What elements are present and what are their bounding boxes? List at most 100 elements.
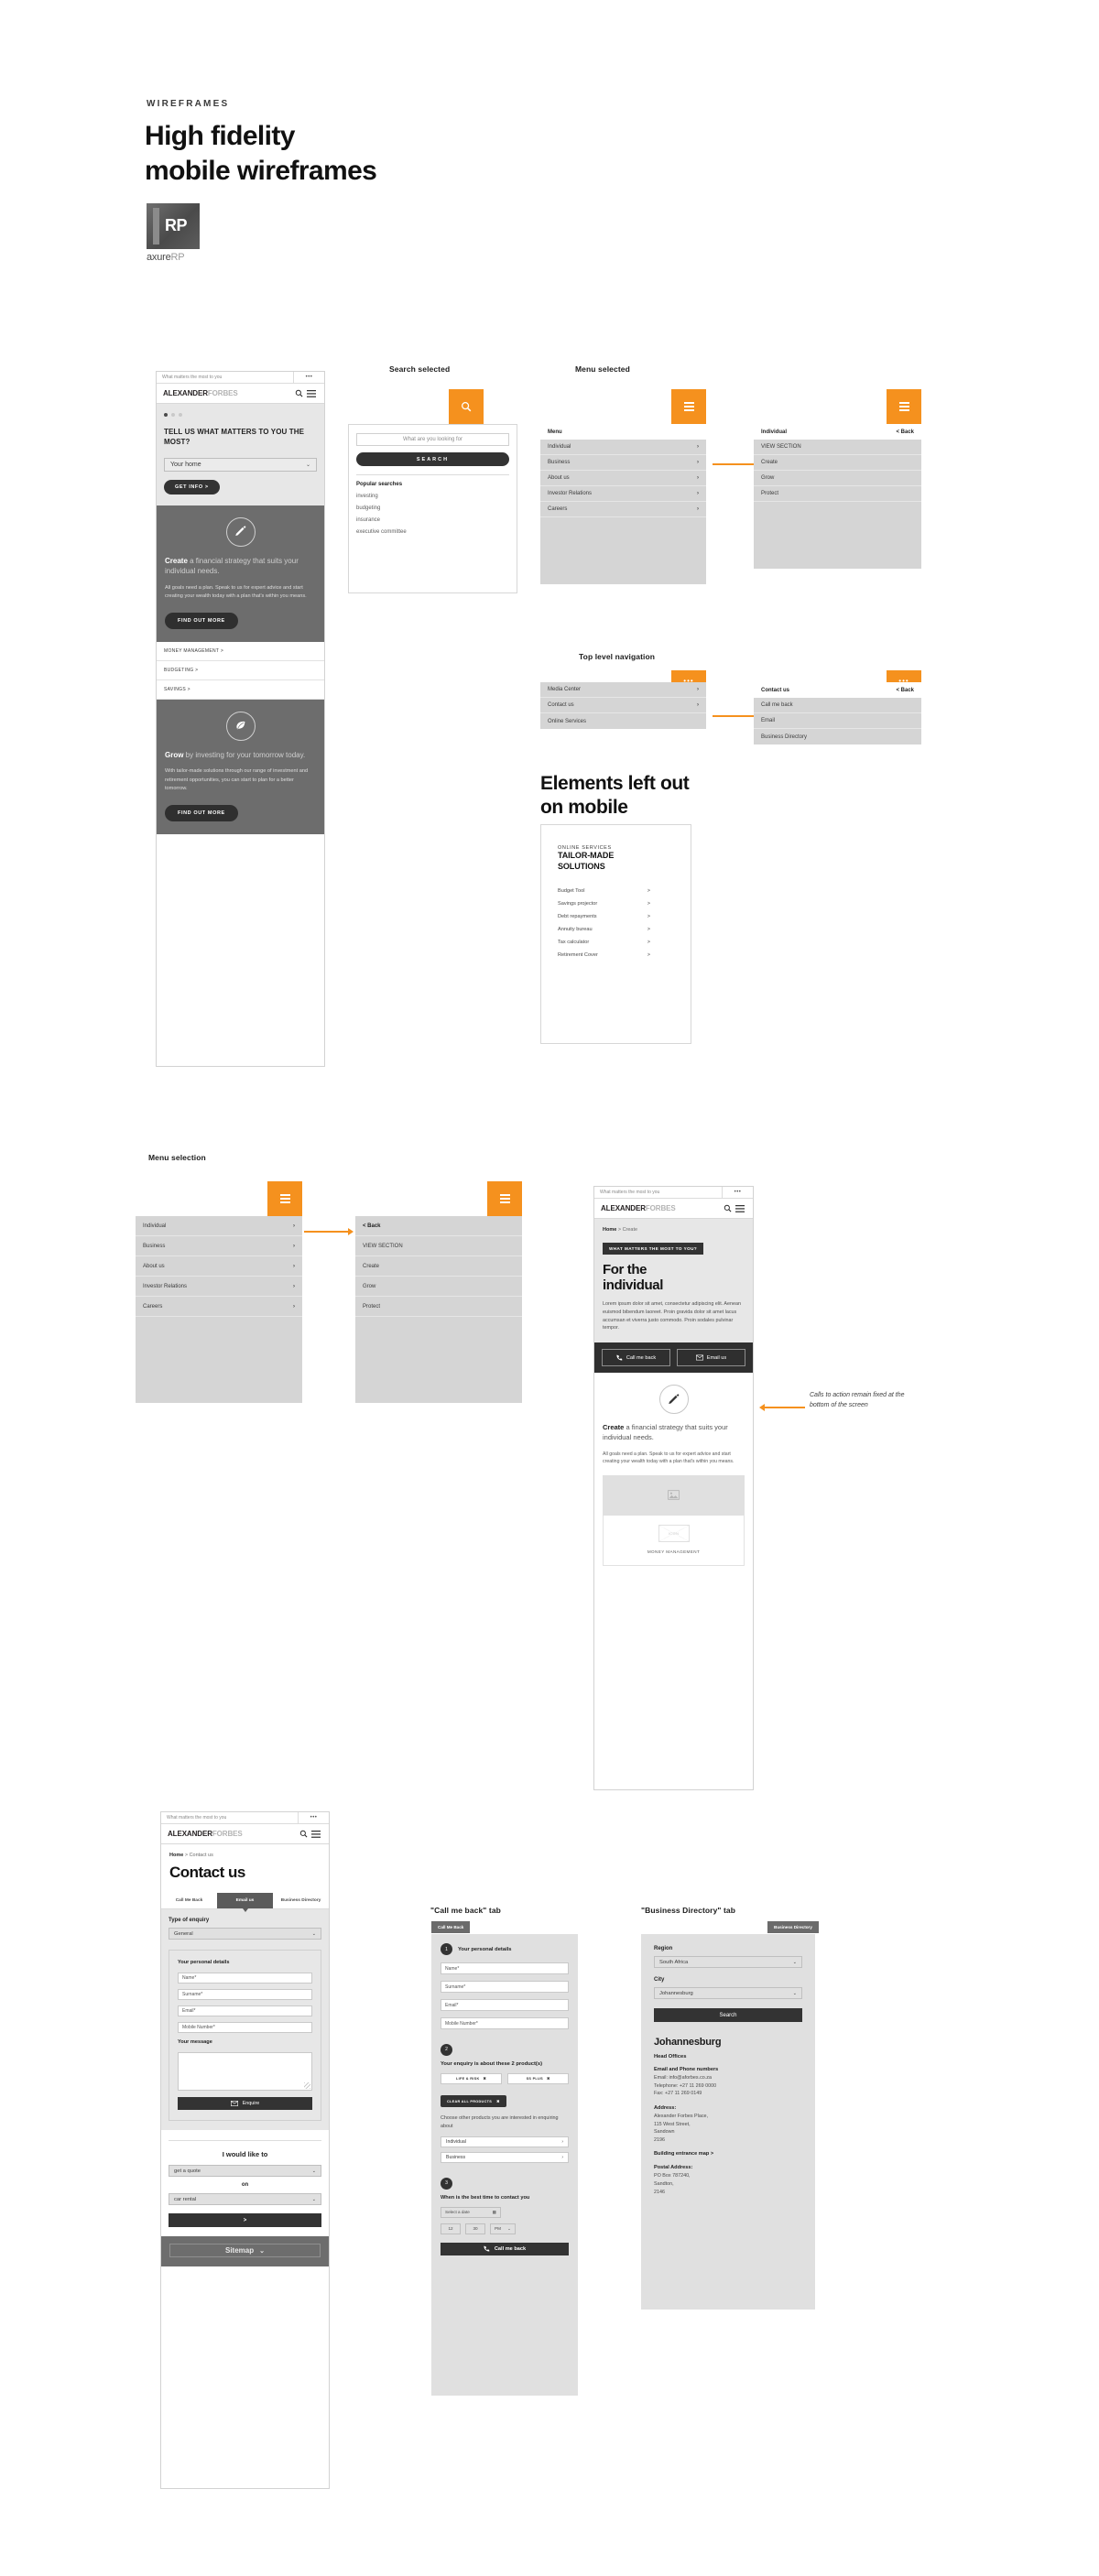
call-me-back-submit-button[interactable]: Call me back	[441, 2242, 569, 2255]
tms-item-retirement-cover[interactable]: Retirement Cover >	[558, 952, 674, 958]
iwl-action-select[interactable]: get a quote ⌄	[169, 2165, 321, 2177]
date-picker[interactable]: Select a date ▦	[441, 2206, 501, 2218]
popular-search-executive-committee[interactable]: executive committee	[356, 529, 509, 535]
menu-tab-button[interactable]	[671, 389, 706, 424]
hamburger-menu-icon[interactable]	[310, 1830, 322, 1838]
submenu-item-protect[interactable]: Protect	[754, 486, 921, 502]
search-tab-button[interactable]	[449, 389, 484, 424]
menu-item-careers[interactable]: Careers ›	[540, 502, 706, 517]
menuselect-item-careers[interactable]: Careers ›	[136, 1297, 302, 1317]
money-management-card[interactable]: ICON MONEY MANAGEMENT	[603, 1515, 745, 1566]
product-chip-life-risk[interactable]: LIFE & RISK ✖	[441, 2072, 502, 2084]
browser-menu-icon[interactable]: •••	[722, 1187, 753, 1198]
tab-email-us[interactable]: Email us	[217, 1893, 273, 1912]
iwl-submit-button[interactable]: >	[169, 2213, 321, 2227]
call-me-back-tab-chip[interactable]: Call Me Back	[431, 1921, 471, 1933]
menu-tab-button-3[interactable]	[487, 1181, 522, 1216]
browser-menu-icon[interactable]: •••	[298, 1812, 329, 1823]
city-select[interactable]: Johannesburg ⌄	[654, 1987, 802, 1999]
menuselect-item-business[interactable]: Business ›	[136, 1236, 302, 1256]
hamburger-menu-icon[interactable]	[305, 389, 318, 397]
breadcrumb-home[interactable]: Home	[169, 1853, 183, 1858]
breadcrumb-home[interactable]: Home	[603, 1227, 616, 1233]
popular-search-budgeting[interactable]: budgeting	[356, 505, 509, 511]
tab-business-directory[interactable]: Business Directory	[273, 1893, 329, 1908]
menu-item-about-us[interactable]: About us ›	[540, 471, 706, 486]
menuselect-item-create[interactable]: Create	[355, 1256, 522, 1277]
cmb-surname-field[interactable]: Surname*	[441, 1981, 569, 1993]
contact-item-email[interactable]: Email	[754, 713, 921, 729]
hamburger-menu-icon[interactable]	[734, 1204, 746, 1212]
iwl-topic-select[interactable]: car rental ⌄	[169, 2193, 321, 2205]
tms-item-debt-repayments[interactable]: Debt repayments >	[558, 914, 674, 919]
directory-search-button[interactable]: Search	[654, 2008, 802, 2022]
name-field[interactable]: Name*	[178, 1973, 312, 1984]
menu-item-business[interactable]: Business ›	[540, 455, 706, 471]
carousel-dots[interactable]	[164, 413, 317, 417]
sitemap-accordion[interactable]: Sitemap ⌄	[169, 2244, 321, 2257]
toplevel-item-media-center[interactable]: Media Center ›	[540, 682, 706, 698]
menuselect-item-grow[interactable]: Grow	[355, 1277, 522, 1297]
menu-tab-button-2[interactable]	[267, 1181, 302, 1216]
submenu-item-view-section[interactable]: VIEW SECTION	[754, 440, 921, 455]
menuselect-item-protect[interactable]: Protect	[355, 1297, 522, 1317]
browser-menu-icon[interactable]: •••	[293, 372, 324, 383]
surname-field[interactable]: Surname*	[178, 1989, 312, 2000]
hour-select[interactable]: 12	[441, 2223, 461, 2234]
hero-select[interactable]: Your home ⌄	[164, 457, 317, 472]
cmb-mobile-field[interactable]: Mobile Number*	[441, 2017, 569, 2029]
popular-search-insurance[interactable]: insurance	[356, 517, 509, 523]
menu-item-individual[interactable]: Individual ›	[540, 440, 706, 455]
toplevel-item-contact-us[interactable]: Contact us ›	[540, 698, 706, 713]
tms-item-savings-projector[interactable]: Savings projector >	[558, 901, 674, 907]
tms-item-tax-calculator[interactable]: Tax calculator >	[558, 940, 674, 945]
back-button[interactable]: < Back	[896, 429, 914, 435]
enquire-button[interactable]: Enquire	[178, 2097, 312, 2110]
clear-all-products-button[interactable]: CLEAR ALL PRODUCTS ✖	[441, 2095, 506, 2107]
link-savings[interactable]: SAVINGS >	[157, 679, 324, 700]
link-budgeting[interactable]: BUDGETING >	[157, 660, 324, 680]
tms-item-annuity-bureau[interactable]: Annuity bureau >	[558, 927, 674, 932]
business-directory-tab-chip[interactable]: Business Directory	[767, 1921, 819, 1933]
search-icon[interactable]	[721, 1204, 734, 1212]
search-icon[interactable]	[297, 1830, 310, 1838]
building-entrance-map-link[interactable]: Building entrance map >	[654, 2151, 802, 2157]
tms-item-budget-tool[interactable]: Budget Tool >	[558, 888, 674, 894]
menu-item-investor-relations[interactable]: Investor Relations ›	[540, 486, 706, 502]
email-field[interactable]: Email*	[178, 2005, 312, 2016]
cmb-email-field[interactable]: Email*	[441, 1999, 569, 2011]
email-us-button[interactable]: Email us	[677, 1349, 745, 1367]
menuselect-item-view-section[interactable]: VIEW SECTION	[355, 1236, 522, 1256]
search-icon[interactable]	[292, 389, 305, 397]
close-icon[interactable]: ✖	[547, 2076, 550, 2081]
other-option-business[interactable]: Business ›	[441, 2152, 569, 2164]
close-icon[interactable]: ✖	[483, 2076, 485, 2081]
tab-call-me-back[interactable]: Call Me Back	[161, 1893, 217, 1908]
enquiry-type-select[interactable]: General ⌄	[169, 1928, 321, 1940]
popular-search-investing[interactable]: investing	[356, 494, 509, 499]
link-money-management[interactable]: MONEY MANAGEMENT >	[157, 641, 324, 661]
product-chip-ss-plus[interactable]: SS PLUS ✖	[507, 2072, 569, 2084]
submenu-item-grow[interactable]: Grow	[754, 471, 921, 486]
cmb-name-field[interactable]: Name*	[441, 1962, 569, 1974]
menuselect-back-button[interactable]: < Back	[355, 1216, 522, 1236]
search-submit-button[interactable]: SEARCH	[356, 452, 509, 466]
get-info-button[interactable]: GET INFO >	[164, 479, 220, 495]
call-me-back-button[interactable]: Call me back	[602, 1349, 670, 1367]
contact-item-business-directory[interactable]: Business Directory	[754, 729, 921, 745]
create-find-out-more-button[interactable]: FIND OUT MORE	[165, 612, 238, 629]
minute-select[interactable]: 30	[465, 2223, 485, 2234]
contact-item-call-me-back[interactable]: Call me back	[754, 698, 921, 713]
other-option-individual[interactable]: Individual ›	[441, 2136, 569, 2148]
grow-find-out-more-button[interactable]: FIND OUT MORE	[165, 804, 238, 821]
menuselect-item-individual[interactable]: Individual ›	[136, 1216, 302, 1236]
menu-tab-button-individual[interactable]	[887, 389, 921, 424]
menuselect-item-investor-relations[interactable]: Investor Relations ›	[136, 1277, 302, 1297]
meridiem-select[interactable]: PM ⌄	[490, 2223, 516, 2234]
message-textarea[interactable]	[178, 2052, 312, 2091]
submenu-item-create[interactable]: Create	[754, 455, 921, 471]
region-select[interactable]: South Africa ⌄	[654, 1956, 802, 1968]
toplevel-item-online-services[interactable]: Online Services	[540, 713, 706, 729]
back-button[interactable]: < Back	[896, 688, 914, 693]
menuselect-item-about-us[interactable]: About us ›	[136, 1256, 302, 1277]
